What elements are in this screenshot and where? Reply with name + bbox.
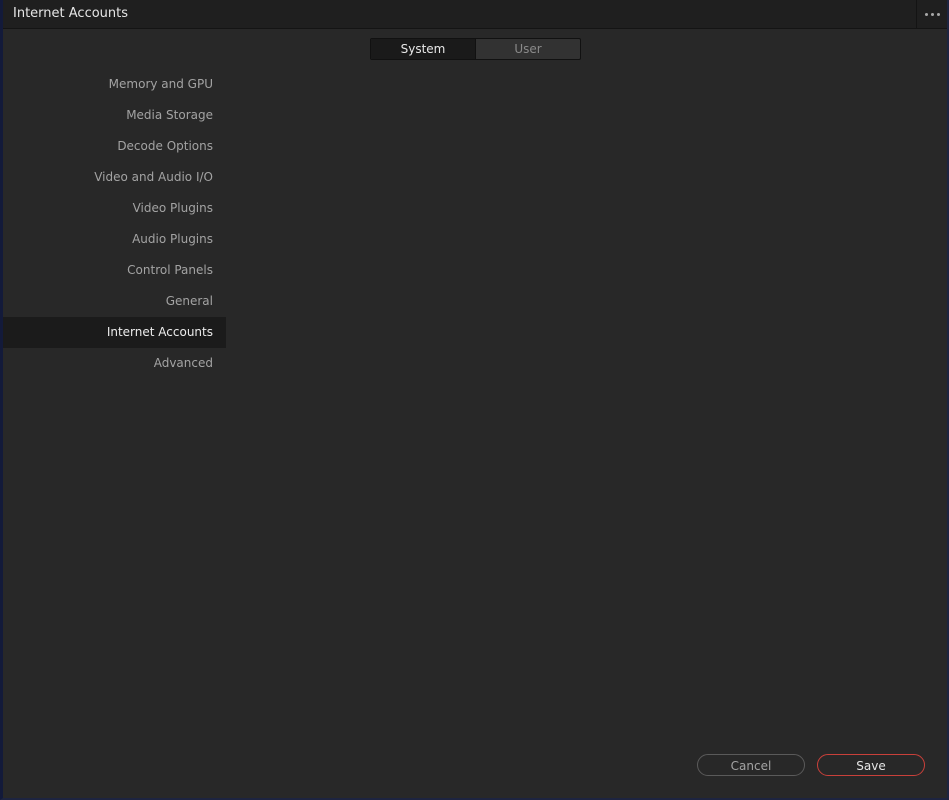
sidebar-item-memory-and-gpu[interactable]: Memory and GPU [3,69,226,100]
sidebar-item-audio-plugins[interactable]: Audio Plugins [3,224,226,255]
sidebar-item-video-and-audio-io[interactable]: Video and Audio I/O [3,162,226,193]
window-title: Internet Accounts [13,6,129,21]
save-button[interactable]: Save [817,754,925,776]
sidebar-item-media-storage[interactable]: Media Storage [3,100,226,131]
title-bar: Internet Accounts [3,0,947,29]
scope-toggle: System User [370,38,581,60]
scope-user-tab[interactable]: User [476,39,580,59]
sidebar-item-decode-options[interactable]: Decode Options [3,131,226,162]
preferences-sidebar: Memory and GPU Media Storage Decode Opti… [3,69,226,379]
more-horizontal-icon[interactable] [916,0,947,28]
sidebar-item-internet-accounts[interactable]: Internet Accounts [3,317,226,348]
sidebar-item-general[interactable]: General [3,286,226,317]
preferences-window: Internet Accounts System User Memory and… [0,0,949,800]
scope-system-tab[interactable]: System [371,39,476,59]
cancel-button[interactable]: Cancel [697,754,805,776]
sidebar-item-control-panels[interactable]: Control Panels [3,255,226,286]
sidebar-item-video-plugins[interactable]: Video Plugins [3,193,226,224]
sidebar-item-advanced[interactable]: Advanced [3,348,226,379]
